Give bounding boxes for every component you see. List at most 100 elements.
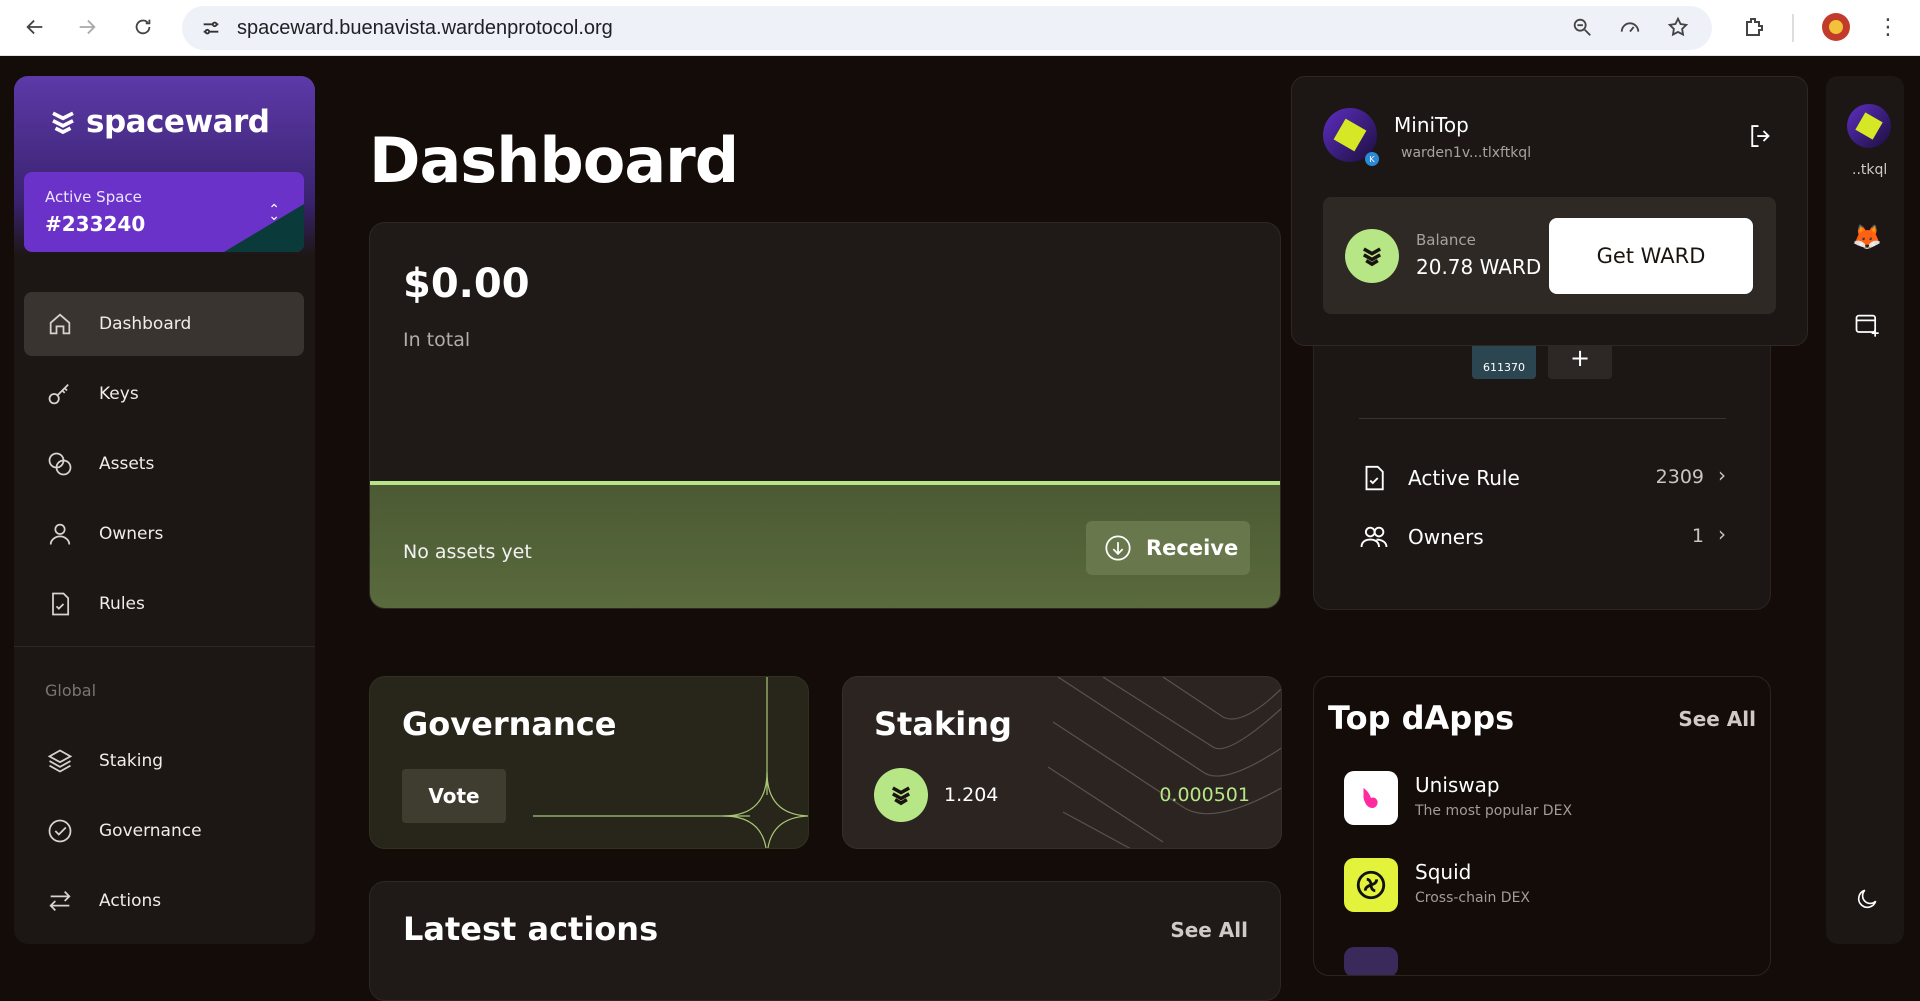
dapp-description: Cross-chain DEX xyxy=(1415,890,1531,906)
metamask-fox-icon[interactable]: 🦊 xyxy=(1852,222,1882,252)
active-space-label: Active Space xyxy=(45,188,142,206)
logout-icon[interactable] xyxy=(1746,121,1776,151)
user-icon xyxy=(49,523,71,545)
short-address: ..tkql xyxy=(1852,162,1888,178)
toolbar-divider xyxy=(1792,14,1794,42)
sidebar-item-actions[interactable]: Actions xyxy=(24,869,304,933)
moon-icon[interactable] xyxy=(1852,884,1882,914)
receive-button[interactable]: Receive xyxy=(1086,521,1250,575)
users-icon xyxy=(1360,526,1388,548)
page-title: Dashboard xyxy=(369,124,739,197)
dapp-item-squid[interactable]: Squid Cross-chain DEX xyxy=(1344,858,1744,916)
active-rule-label: Active Rule xyxy=(1408,466,1520,490)
sidebar-item-label: Keys xyxy=(99,384,139,404)
governance-title: Governance xyxy=(402,705,617,743)
performance-icon[interactable] xyxy=(1616,13,1644,41)
sidebar-item-dashboard[interactable]: Dashboard xyxy=(24,292,304,356)
account-avatar-button[interactable] xyxy=(1847,104,1891,148)
account-popup: K MiniTop warden1v...tlxftkql Balance 20… xyxy=(1291,76,1808,346)
reload-icon[interactable] xyxy=(128,12,158,42)
kebab-menu-icon[interactable]: ⋮ xyxy=(1874,13,1902,41)
sidebar-item-staking[interactable]: Staking xyxy=(24,729,304,793)
spaceward-logo-icon xyxy=(52,111,74,135)
sidebar-item-label: Actions xyxy=(99,891,162,911)
balance-label: Balance xyxy=(1416,231,1476,249)
account-address[interactable]: warden1v...tlxftkql xyxy=(1401,145,1531,161)
dapp-item-partial[interactable] xyxy=(1344,947,1398,975)
sidebar-divider xyxy=(14,646,315,647)
spaceward-logo[interactable]: spaceward xyxy=(48,104,270,140)
sidebar-item-label: Assets xyxy=(99,454,155,474)
total-amount: $0.00 xyxy=(403,261,530,307)
sidebar-item-label: Staking xyxy=(99,751,164,771)
active-rule-row[interactable]: Active Rule 2309 › xyxy=(1359,457,1726,497)
latest-actions-title: Latest actions xyxy=(403,910,659,948)
staking-decoration xyxy=(1047,677,1281,848)
dapp-item-uniswap[interactable]: Uniswap The most popular DEX xyxy=(1344,771,1744,829)
receive-label: Receive xyxy=(1146,536,1239,560)
chevron-right-icon: › xyxy=(1718,463,1726,487)
coins-icon xyxy=(48,452,72,476)
browser-toolbar: spaceward.buenavista.wardenprotocol.org … xyxy=(0,0,1920,56)
forward-icon[interactable] xyxy=(72,12,102,42)
owners-row[interactable]: Owners 1 › xyxy=(1359,516,1726,556)
keplr-badge-icon: K xyxy=(1365,152,1379,166)
sidebar-item-governance[interactable]: Governance xyxy=(24,799,304,863)
vote-button[interactable]: Vote xyxy=(402,769,506,823)
get-ward-button[interactable]: Get WARD xyxy=(1549,218,1753,294)
space-card-divider xyxy=(1359,418,1726,419)
site-settings-icon[interactable] xyxy=(200,17,222,39)
active-space-value: #233240 xyxy=(45,212,146,236)
chevron-updown-icon: ⌃ ⌄ xyxy=(268,202,280,224)
profile-avatar[interactable] xyxy=(1822,13,1850,41)
add-window-icon[interactable] xyxy=(1852,310,1882,340)
check-circle-icon xyxy=(48,819,72,843)
sidebar-item-assets[interactable]: Assets xyxy=(24,432,304,496)
staking-card: Staking 1.204 0.000501 xyxy=(842,676,1282,849)
sidebar-item-rules[interactable]: Rules xyxy=(24,572,304,636)
address-bar[interactable]: spaceward.buenavista.wardenprotocol.org xyxy=(182,6,1712,50)
staked-amount: 1.204 xyxy=(944,784,999,806)
sidebar: spaceward Active Space #233240 ⌃ ⌄ Dashbo… xyxy=(14,76,315,944)
brand-header: spaceward Active Space #233240 ⌃ ⌄ xyxy=(14,76,315,256)
total-label: In total xyxy=(403,329,471,351)
active-space-selector[interactable]: Active Space #233240 ⌃ ⌄ xyxy=(24,172,304,252)
chevron-right-icon: › xyxy=(1718,522,1726,546)
owners-count: 1 xyxy=(1691,525,1704,547)
balance-value: 20.78 WARD xyxy=(1416,255,1542,279)
sidebar-item-label: Governance xyxy=(99,821,202,841)
latest-see-all-link[interactable]: See All xyxy=(1170,918,1248,942)
ward-token-icon xyxy=(1345,229,1399,283)
dapps-see-all-link[interactable]: See All xyxy=(1678,707,1756,731)
dapp-description: The most popular DEX xyxy=(1415,803,1573,819)
extensions-icon[interactable] xyxy=(1740,13,1768,41)
sidebar-item-label: Owners xyxy=(99,524,164,544)
staking-reward: 0.000501 xyxy=(1159,784,1250,806)
global-section-label: Global xyxy=(45,681,97,700)
layers-icon xyxy=(47,749,73,773)
key-icon xyxy=(48,384,69,405)
arrows-icon xyxy=(49,891,71,911)
url-text[interactable]: spaceward.buenavista.wardenprotocol.org xyxy=(237,17,613,40)
balance-box: Balance 20.78 WARD Get WARD xyxy=(1323,197,1776,314)
star-icon[interactable] xyxy=(1664,13,1692,41)
total-balance-card: $0.00 In total No assets yet Receive xyxy=(369,222,1281,609)
no-assets-text: No assets yet xyxy=(403,541,532,563)
top-dapps-card: Top dApps See All Uniswap The most popul… xyxy=(1313,676,1771,976)
top-dapps-title: Top dApps xyxy=(1328,699,1515,737)
uniswap-logo-icon xyxy=(1344,771,1398,825)
governance-card: Governance Vote xyxy=(369,676,809,849)
dapp-name: Squid xyxy=(1415,860,1472,884)
ward-token-icon xyxy=(874,768,928,822)
sidebar-item-keys[interactable]: Keys xyxy=(24,362,304,426)
zoom-icon[interactable] xyxy=(1568,13,1596,41)
sidebar-item-owners[interactable]: Owners xyxy=(24,502,304,566)
active-rule-count: 2309 xyxy=(1655,466,1704,488)
space-corner-decoration xyxy=(224,204,304,252)
account-name: MiniTop xyxy=(1394,113,1469,137)
governance-decoration xyxy=(533,677,808,848)
arrow-down-circle-icon xyxy=(1105,535,1131,561)
key-thumbnail-label: 611370 xyxy=(1483,361,1525,374)
back-icon[interactable] xyxy=(20,12,50,42)
home-icon xyxy=(49,313,71,335)
